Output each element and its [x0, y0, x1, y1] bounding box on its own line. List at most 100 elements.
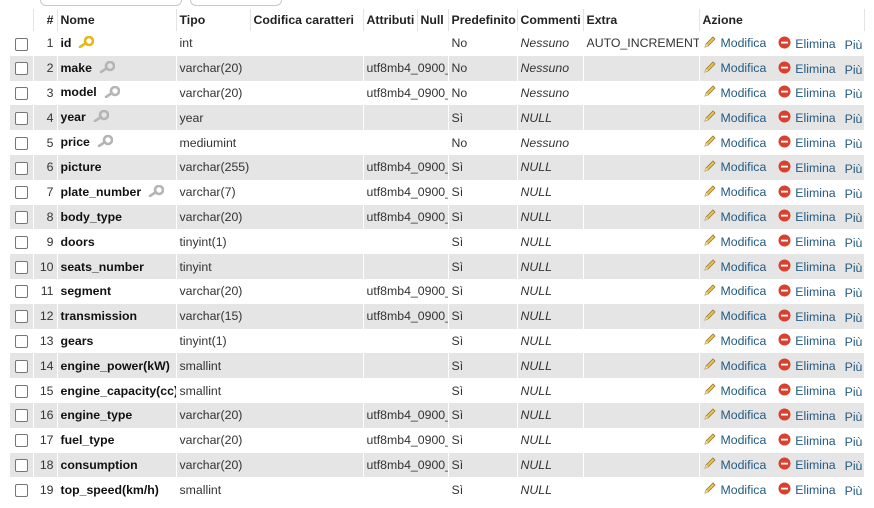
header-index[interactable]: #	[33, 9, 58, 31]
edit-button[interactable]: Modifica	[703, 357, 766, 374]
edit-button[interactable]: Modifica	[703, 258, 766, 275]
delete-button[interactable]: Elimina	[778, 383, 836, 399]
delete-button[interactable]: Elimina	[778, 433, 836, 449]
header-default[interactable]: Predefinito	[448, 9, 518, 31]
column-name[interactable]: body_type	[61, 210, 123, 224]
delete-button[interactable]: Elimina	[778, 209, 836, 225]
row-checkbox[interactable]	[14, 186, 28, 200]
delete-button[interactable]: Elimina	[778, 284, 836, 300]
more-button[interactable]: Più	[845, 311, 863, 325]
more-button[interactable]: Più	[845, 484, 863, 498]
edit-button[interactable]: Modifica	[703, 134, 766, 151]
delete-button[interactable]: Elimina	[778, 36, 836, 52]
column-name[interactable]: gears	[61, 334, 94, 348]
header-name[interactable]: Nome	[57, 9, 177, 31]
edit-button[interactable]: Modifica	[703, 407, 766, 424]
header-null[interactable]: Null	[417, 9, 449, 31]
more-button[interactable]: Più	[845, 459, 863, 473]
column-name[interactable]: engine_capacity(cc)	[61, 384, 176, 398]
delete-button[interactable]: Elimina	[778, 482, 836, 498]
more-button[interactable]: Più	[845, 261, 863, 275]
row-checkbox[interactable]	[14, 235, 28, 249]
delete-button[interactable]: Elimina	[778, 309, 836, 325]
header-comments[interactable]: Commenti	[517, 9, 584, 31]
row-checkbox[interactable]	[14, 37, 28, 51]
row-checkbox[interactable]	[14, 260, 28, 274]
delete-button[interactable]: Elimina	[778, 135, 836, 151]
edit-button[interactable]: Modifica	[703, 283, 766, 300]
column-name[interactable]: seats_number	[61, 260, 144, 274]
header-type[interactable]: Tipo	[176, 9, 251, 31]
column-name[interactable]: transmission	[61, 309, 138, 323]
row-checkbox[interactable]	[14, 434, 28, 448]
row-checkbox[interactable]	[14, 161, 28, 175]
column-name[interactable]: year	[61, 110, 86, 124]
more-button[interactable]: Più	[845, 335, 863, 349]
delete-button[interactable]: Elimina	[778, 61, 836, 77]
more-button[interactable]: Più	[845, 87, 863, 101]
delete-button[interactable]: Elimina	[778, 185, 836, 201]
row-checkbox[interactable]	[14, 87, 28, 101]
edit-button[interactable]: Modifica	[703, 35, 766, 52]
edit-button[interactable]: Modifica	[703, 456, 766, 473]
delete-button[interactable]: Elimina	[778, 408, 836, 424]
column-name[interactable]: make	[61, 61, 92, 75]
column-name[interactable]: top_speed(km/h)	[61, 483, 159, 497]
row-checkbox[interactable]	[14, 483, 28, 497]
edit-button[interactable]: Modifica	[703, 382, 766, 399]
more-button[interactable]: Più	[845, 112, 863, 126]
column-name[interactable]: price	[61, 135, 90, 149]
edit-button[interactable]: Modifica	[703, 84, 766, 101]
edit-button[interactable]: Modifica	[703, 332, 766, 349]
edit-button[interactable]: Modifica	[703, 159, 766, 176]
column-name[interactable]: segment	[61, 284, 112, 298]
delete-button[interactable]: Elimina	[778, 85, 836, 101]
edit-button[interactable]: Modifica	[703, 208, 766, 225]
column-name[interactable]: fuel_type	[61, 433, 115, 447]
column-name[interactable]: engine_type	[61, 408, 133, 422]
edit-button[interactable]: Modifica	[703, 481, 766, 498]
column-name[interactable]: picture	[61, 160, 102, 174]
row-checkbox[interactable]	[14, 359, 28, 373]
column-name[interactable]: doors	[61, 235, 95, 249]
delete-button[interactable]: Elimina	[778, 110, 836, 126]
delete-button[interactable]: Elimina	[778, 358, 836, 374]
row-checkbox[interactable]	[14, 285, 28, 299]
row-checkbox[interactable]	[14, 409, 28, 423]
delete-button[interactable]: Elimina	[778, 234, 836, 250]
more-button[interactable]: Più	[845, 211, 863, 225]
column-name[interactable]: consumption	[61, 458, 138, 472]
edit-button[interactable]: Modifica	[703, 432, 766, 449]
delete-button[interactable]: Elimina	[778, 259, 836, 275]
more-button[interactable]: Più	[845, 410, 863, 424]
column-name[interactable]: model	[61, 85, 97, 99]
header-extra[interactable]: Extra	[583, 9, 700, 31]
more-button[interactable]: Più	[845, 162, 863, 176]
more-button[interactable]: Più	[845, 385, 863, 399]
row-checkbox[interactable]	[14, 111, 28, 125]
more-button[interactable]: Più	[845, 360, 863, 374]
edit-button[interactable]: Modifica	[703, 60, 766, 77]
edit-button[interactable]: Modifica	[703, 233, 766, 250]
edit-button[interactable]: Modifica	[703, 308, 766, 325]
row-checkbox[interactable]	[14, 384, 28, 398]
row-checkbox[interactable]	[14, 211, 28, 225]
more-button[interactable]: Più	[845, 63, 863, 77]
more-button[interactable]: Più	[845, 38, 863, 52]
row-checkbox[interactable]	[14, 62, 28, 76]
row-checkbox[interactable]	[14, 459, 28, 473]
edit-button[interactable]: Modifica	[703, 109, 766, 126]
edit-button[interactable]: Modifica	[703, 184, 766, 201]
delete-button[interactable]: Elimina	[778, 160, 836, 176]
column-name[interactable]: id	[61, 36, 72, 50]
delete-button[interactable]: Elimina	[778, 333, 836, 349]
more-button[interactable]: Più	[845, 435, 863, 449]
delete-button[interactable]: Elimina	[778, 457, 836, 473]
more-button[interactable]: Più	[845, 187, 863, 201]
column-name[interactable]: plate_number	[61, 185, 142, 199]
more-button[interactable]: Più	[845, 137, 863, 151]
header-attributes[interactable]: Attributi	[363, 9, 418, 31]
row-checkbox[interactable]	[14, 310, 28, 324]
more-button[interactable]: Più	[845, 236, 863, 250]
row-checkbox[interactable]	[14, 136, 28, 150]
